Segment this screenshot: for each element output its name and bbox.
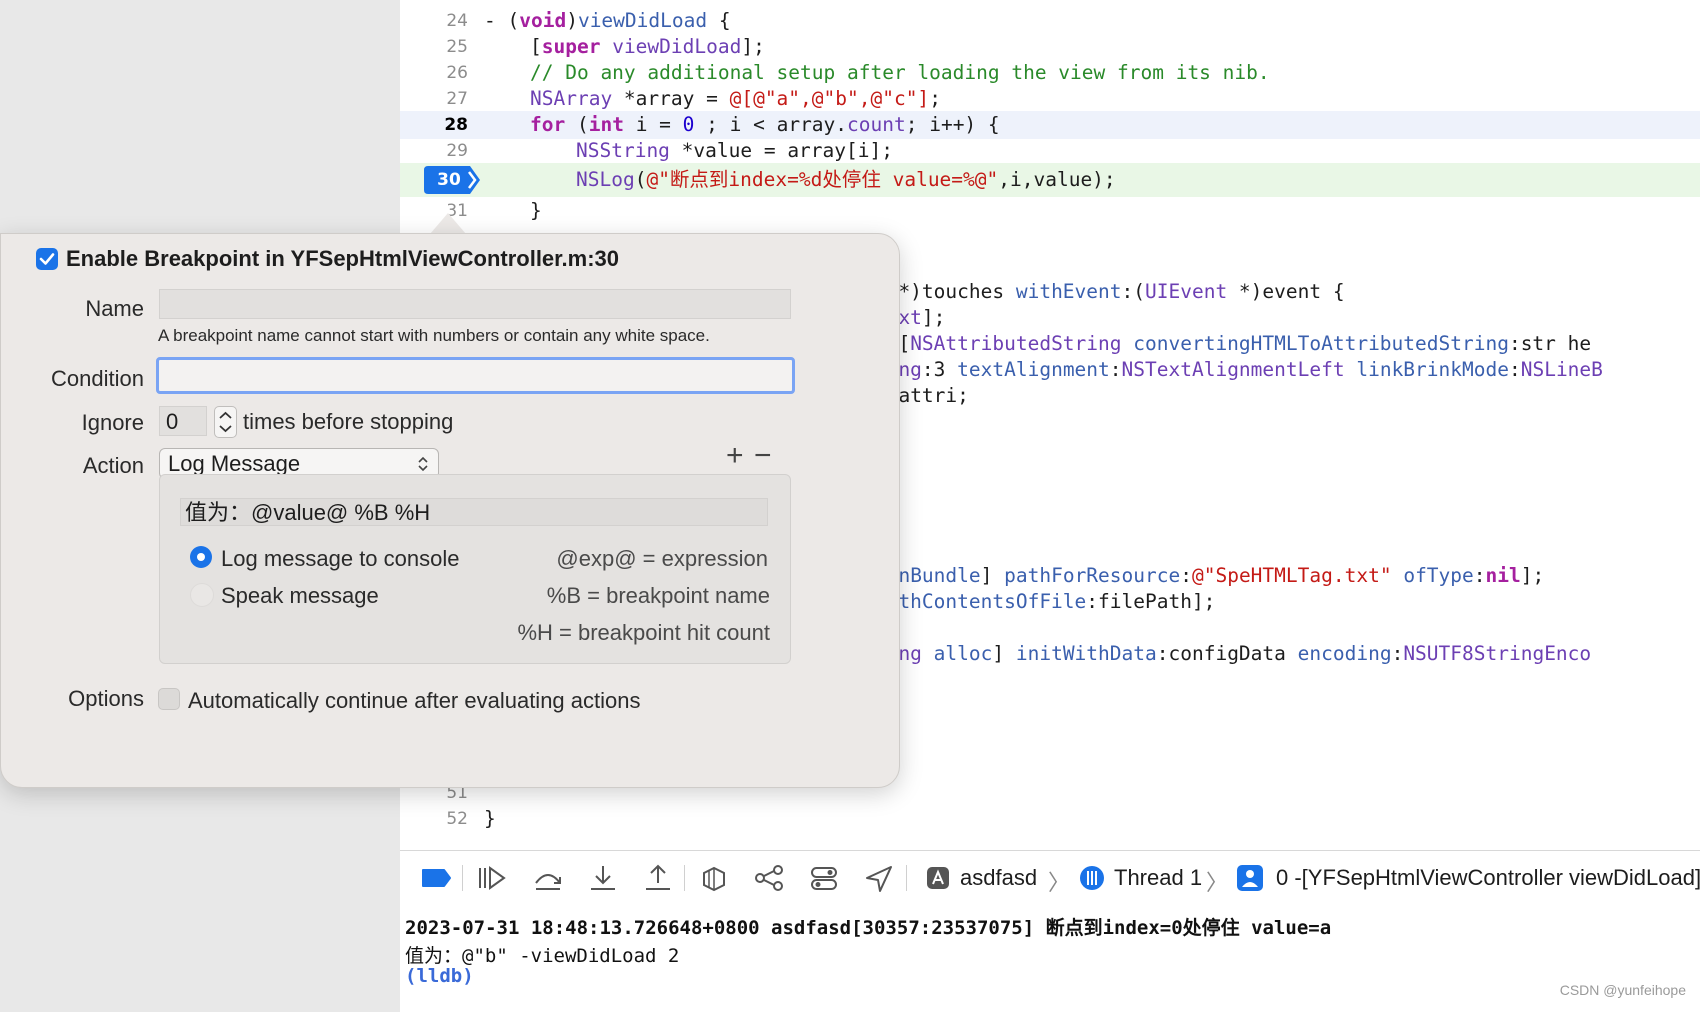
code-text: le mainBundle] pathForResource:@"SpeHTML… (828, 564, 1545, 587)
app-target-icon[interactable] (922, 863, 954, 893)
line-number[interactable]: 25 (400, 33, 468, 61)
enable-breakpoint-checkbox[interactable] (36, 248, 58, 270)
code-text: ch *> *)touches withEvent:(UIEvent *)eve… (828, 280, 1345, 303)
action-subpanel: 值为：@value@ %B %H Log message to console … (159, 474, 791, 664)
line-number[interactable]: 26 (400, 59, 468, 87)
auto-continue-checkbox[interactable] (158, 688, 180, 710)
divider (906, 865, 907, 891)
breakpoints-toggle-icon[interactable] (420, 863, 452, 893)
code-line[interactable]: 25 [super viewDidLoad]; (400, 33, 1700, 61)
name-label: Name (85, 296, 144, 321)
line-number[interactable]: 27 (400, 85, 468, 113)
step-over-icon[interactable] (532, 863, 564, 893)
console-line: 2023-07-31 18:48:13.726648+0800 asdfasd[… (405, 917, 1332, 939)
speak-message-radio[interactable] (190, 583, 214, 607)
condition-label: Condition (51, 366, 144, 391)
speak-message-label[interactable]: Speak message (221, 583, 379, 609)
divider (462, 865, 463, 891)
code-text: for (int i = 0 ; i < array.count; i++) { (530, 113, 1000, 136)
code-text: NSLog(@"断点到index=%d处停住 value=%@",i,value… (576, 168, 1116, 191)
log-to-console-label[interactable]: Log message to console (221, 546, 460, 572)
log-to-console-radio[interactable] (190, 546, 212, 568)
code-line[interactable]: 24 - (void)viewDidLoad { (400, 7, 1700, 35)
name-hint: A breakpoint name cannot start with numb… (158, 326, 710, 345)
code-text: NSString alloc] initWithData:configData … (828, 642, 1592, 665)
code-text: tri = [NSAttributedString convertingHTML… (828, 332, 1592, 355)
code-line[interactable]: 31 } (400, 197, 1700, 225)
code-text: NSArray *array = @[@"a",@"b",@"c"]; (530, 87, 941, 110)
watermark: CSDN @yunfeihope (1559, 982, 1686, 998)
ignore-label: Ignore (81, 410, 144, 435)
code-text: } (530, 199, 542, 222)
code-comment: // Do any additional setup after loading… (530, 61, 1270, 84)
divider (684, 865, 685, 891)
options-label: Options (68, 686, 144, 711)
breadcrumb-frame[interactable]: 0 -[YFSepHtmlViewController viewDidLoad] (1276, 865, 1700, 891)
popover-arrow (430, 213, 466, 234)
code-line[interactable]: 27 NSArray *array = @[@"a",@"b",@"c"]; (400, 85, 1700, 113)
thread-icon[interactable] (1076, 863, 1108, 893)
chevron-right-icon: 〉 (1206, 870, 1229, 895)
add-action-button[interactable]: + (726, 439, 744, 473)
breadcrumb-thread[interactable]: Thread 1 (1114, 865, 1202, 891)
help-hit-count: %H = breakpoint hit count (517, 620, 770, 645)
code-text: [super viewDidLoad]; (530, 35, 765, 58)
auto-continue-label[interactable]: Automatically continue after evaluating … (188, 688, 640, 714)
breadcrumb-target[interactable]: asdfasd (960, 865, 1037, 891)
ignore-suffix: times before stopping (243, 409, 454, 434)
log-message-input[interactable]: 值为：@value@ %B %H (180, 498, 768, 526)
help-breakpoint-name: %B = breakpoint name (546, 583, 770, 608)
environment-overrides-icon[interactable] (808, 863, 840, 893)
code-line[interactable]: 29 NSString *value = array[i]; (400, 137, 1700, 165)
memory-graph-icon[interactable] (753, 863, 785, 893)
code-text: NSString *value = array[i]; (576, 139, 893, 162)
line-number[interactable]: 30 (424, 166, 474, 194)
debug-console[interactable]: 2023-07-31 18:48:13.726648+0800 asdfasd[… (400, 905, 1700, 1012)
code-text: eSpacing:3 textAlignment:NSTextAlignment… (828, 358, 1603, 381)
line-number[interactable]: 24 (400, 7, 468, 35)
help-expression: @exp@ = expression (556, 546, 768, 571)
debug-bar: asdfasd 〉 Thread 1 〉 0 -[YFSepHtmlViewCo… (400, 850, 1700, 906)
lldb-prompt[interactable]: (lldb) (405, 965, 474, 987)
ignore-count-input[interactable]: 0 (159, 406, 207, 436)
breakpoint-popover: Enable Breakpoint in YFSepHtmlViewContro… (0, 233, 900, 788)
chevron-updown-icon (418, 456, 428, 472)
remove-action-button[interactable]: − (754, 439, 772, 473)
line-number[interactable]: 52 (400, 805, 468, 833)
continue-icon[interactable] (476, 863, 508, 893)
condition-input[interactable] (156, 357, 795, 394)
stack-frame-icon[interactable] (1234, 863, 1266, 893)
code-line[interactable]: 26 // Do any additional setup after load… (400, 59, 1700, 87)
code-text: - (void)viewDidLoad { (484, 9, 731, 32)
view-hierarchy-icon[interactable] (698, 863, 730, 893)
step-out-icon[interactable] (642, 863, 674, 893)
line-number[interactable]: 28 (400, 111, 468, 139)
line-number[interactable]: 29 (400, 137, 468, 165)
ignore-stepper[interactable] (214, 406, 237, 438)
simulate-location-icon[interactable] (863, 863, 895, 893)
code-line-current[interactable]: 28 for (int i = 0 ; i < array.count; i++… (400, 111, 1700, 139)
action-label: Action (82, 453, 144, 478)
chevron-right-icon: 〉 (1048, 870, 1071, 895)
name-input[interactable] (159, 289, 791, 319)
popover-title: Enable Breakpoint in YFSepHtmlViewContro… (66, 246, 619, 271)
code-line-breakpoint[interactable]: 30 NSLog(@"断点到index=%d处停住 value=%@",i,va… (400, 163, 1700, 197)
code-line[interactable]: 52 } (400, 805, 1700, 833)
console-line: 值为：@"b" -viewDidLoad 2 (405, 945, 680, 967)
step-into-icon[interactable] (587, 863, 619, 893)
code-text: } (484, 807, 496, 830)
